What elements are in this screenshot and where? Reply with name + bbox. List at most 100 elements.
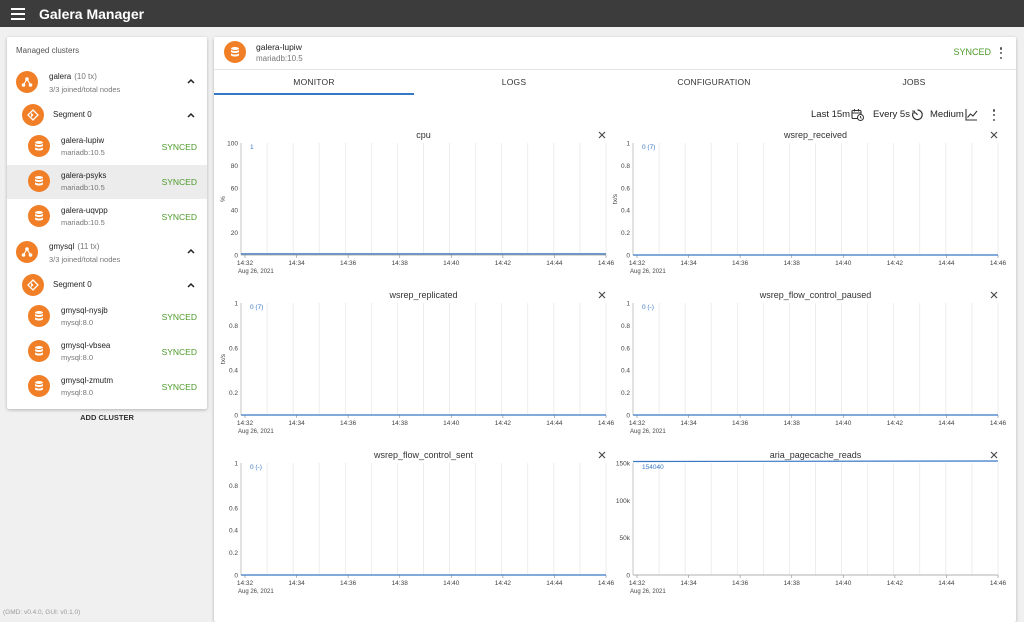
y-tick-label: 0.8 xyxy=(621,163,630,170)
x-tick-label: 14:42 xyxy=(495,420,512,427)
database-icon xyxy=(28,205,50,227)
x-tick-label: 14:40 xyxy=(835,260,852,267)
x-tick-label: 14:44 xyxy=(546,580,563,587)
y-tick-label: 0 xyxy=(234,413,238,420)
segment-item[interactable]: Segment 0 xyxy=(7,271,207,299)
y-tick-label: 1 xyxy=(626,141,630,148)
panel-title: Managed clusters xyxy=(16,46,80,55)
segment-item[interactable]: Segment 0 xyxy=(7,101,207,129)
node-name: galera-lupiw xyxy=(61,136,105,145)
current-value-label: 0 (-) xyxy=(250,464,262,471)
chart-size-label: Medium xyxy=(930,109,964,120)
chevron-up-icon[interactable] xyxy=(187,78,195,84)
node-status: SYNCED xyxy=(161,347,197,357)
y-tick-label: 0 xyxy=(626,573,630,580)
y-tick-label: 0.8 xyxy=(229,323,238,330)
y-axis-label: % xyxy=(220,196,227,202)
close-icon[interactable] xyxy=(990,451,998,459)
y-tick-label: 40 xyxy=(231,208,239,215)
metric-chart-wsrep-received: wsrep_received 1 0.8 0.6 0.4 0.2 0 tx/s 14:32 14:… xyxy=(606,127,1007,289)
close-icon-stroke xyxy=(598,291,606,299)
tab-monitor[interactable]: MONITOR xyxy=(214,70,414,95)
database-icon xyxy=(28,340,50,362)
node-version: mysql:8.0 xyxy=(61,388,94,397)
x-tick-label: 14:44 xyxy=(938,580,955,587)
series-line xyxy=(632,460,999,463)
x-tick-label: 14:40 xyxy=(443,260,460,267)
node-item[interactable]: gmysql-zmutm mysql:8.0 SYNCED xyxy=(7,369,207,403)
time-range-selector[interactable]: Last 15m xyxy=(811,108,865,121)
x-tick-label: 14:46 xyxy=(990,420,1007,427)
y-tick-label: 100k xyxy=(616,498,631,505)
x-tick-label: 14:42 xyxy=(887,580,904,587)
tab-jobs[interactable]: JOBS xyxy=(814,70,1014,95)
database-icon xyxy=(28,375,50,397)
segment-name: Segment 0 xyxy=(53,110,92,119)
x-tick-label: 14:40 xyxy=(443,420,460,427)
x-tick-label: 14:36 xyxy=(340,420,357,427)
metric-chart-wsrep-flow-control-paused: wsrep_flow_control_paused 1 0.8 0.6 0.4 0.2 0 1… xyxy=(606,287,1007,449)
metric-chart-wsrep-replicated: wsrep_replicated 1 0.8 0.6 0.4 0.2 0 tx/s 14:32 1… xyxy=(214,287,615,449)
database-icon xyxy=(28,305,50,327)
timer-icon xyxy=(912,109,923,121)
chevron-up-icon[interactable] xyxy=(187,112,195,118)
chevron-up-icon[interactable] xyxy=(187,282,195,288)
node-name: gmysql-vbsea xyxy=(61,341,111,350)
node-version: mysql:8.0 xyxy=(61,318,94,327)
node-item[interactable]: gmysql-vbsea mysql:8.0 SYNCED xyxy=(7,334,207,368)
metric-chart-aria-pagecache-reads: aria_pagecache_reads 150k 100k 50k 0 14:32 14:… xyxy=(606,447,1007,609)
node-item[interactable]: galera-uqvpp mariadb:10.5 SYNCED xyxy=(7,199,207,233)
current-value-label: 154040 xyxy=(642,464,664,471)
add-cluster-button[interactable]: ADD CLUSTER xyxy=(7,413,207,422)
current-value-label: 0 (7) xyxy=(250,304,263,311)
time-range-label: Last 15m xyxy=(811,109,851,120)
x-tick-label: 14:44 xyxy=(938,260,955,267)
cluster-item-gmysql[interactable]: gmysql (11 tx) 3/3 joined/total nodes xyxy=(7,239,207,269)
app-title: Galera Manager xyxy=(39,5,145,22)
chart-svg: wsrep_flow_control_sent10.80.60.40.2014:… xyxy=(229,450,615,595)
x-tick-label: 14:36 xyxy=(732,420,749,427)
x-date-label: Aug 26, 2021 xyxy=(238,429,274,435)
close-icon[interactable] xyxy=(990,131,998,139)
chart-title: aria_pagecache_reads xyxy=(770,450,862,460)
node-status-badge: SYNCED xyxy=(953,47,991,57)
close-icon[interactable] xyxy=(990,291,998,299)
node-name: gmysql-nysjb xyxy=(61,306,108,315)
more-vert-icon[interactable] xyxy=(998,46,1004,60)
node-title: galera-lupiw xyxy=(256,42,302,52)
cluster-name: galera (10 tx) xyxy=(49,72,97,81)
chart-title: wsrep_received xyxy=(783,130,847,140)
x-tick-label: 14:36 xyxy=(732,580,749,587)
node-item[interactable]: galera-lupiw mariadb:10.5 SYNCED xyxy=(7,129,207,163)
x-tick-label: 14:34 xyxy=(288,260,305,267)
menu-icon[interactable] xyxy=(0,0,36,27)
x-date-label: Aug 26, 2021 xyxy=(630,429,666,435)
close-icon[interactable] xyxy=(598,291,606,299)
y-tick-label: 0 xyxy=(626,413,630,420)
current-value-label: 0 (-) xyxy=(642,304,654,311)
node-name: gmysql-zmutm xyxy=(61,376,114,385)
chevron-up-icon[interactable] xyxy=(187,248,195,254)
cluster-item-galera[interactable]: galera (10 tx) 3/3 joined/total nodes xyxy=(7,69,207,99)
node-item[interactable]: gmysql-nysjb mysql:8.0 SYNCED xyxy=(7,299,207,333)
more-vert-icon[interactable] xyxy=(991,108,997,122)
y-tick-label: 1 xyxy=(626,301,630,308)
node-item[interactable]: galera-psyks mariadb:10.5 SYNCED xyxy=(7,164,207,198)
chart-size-selector[interactable]: Medium xyxy=(930,108,978,121)
x-tick-label: 14:46 xyxy=(990,580,1007,587)
x-tick-label: 14:44 xyxy=(546,260,563,267)
y-tick-label: 0 xyxy=(626,253,630,260)
close-icon[interactable] xyxy=(598,131,606,139)
x-tick-label: 14:46 xyxy=(990,260,1007,267)
tab-logs[interactable]: LOGS xyxy=(414,70,614,95)
node-version: mariadb:10.5 xyxy=(256,54,303,63)
app-bar: Galera Manager xyxy=(0,0,1024,27)
tab-configuration[interactable]: CONFIGURATION xyxy=(614,70,814,95)
x-date-label: Aug 26, 2021 xyxy=(238,589,274,595)
y-tick-label: 1 xyxy=(234,301,238,308)
close-icon[interactable] xyxy=(598,451,606,459)
y-tick-label: 0.8 xyxy=(229,483,238,490)
refresh-interval-selector[interactable]: Every 5s xyxy=(873,108,924,121)
cluster-summary: 3/3 joined/total nodes xyxy=(49,85,121,94)
close-icon-stroke xyxy=(598,131,606,139)
